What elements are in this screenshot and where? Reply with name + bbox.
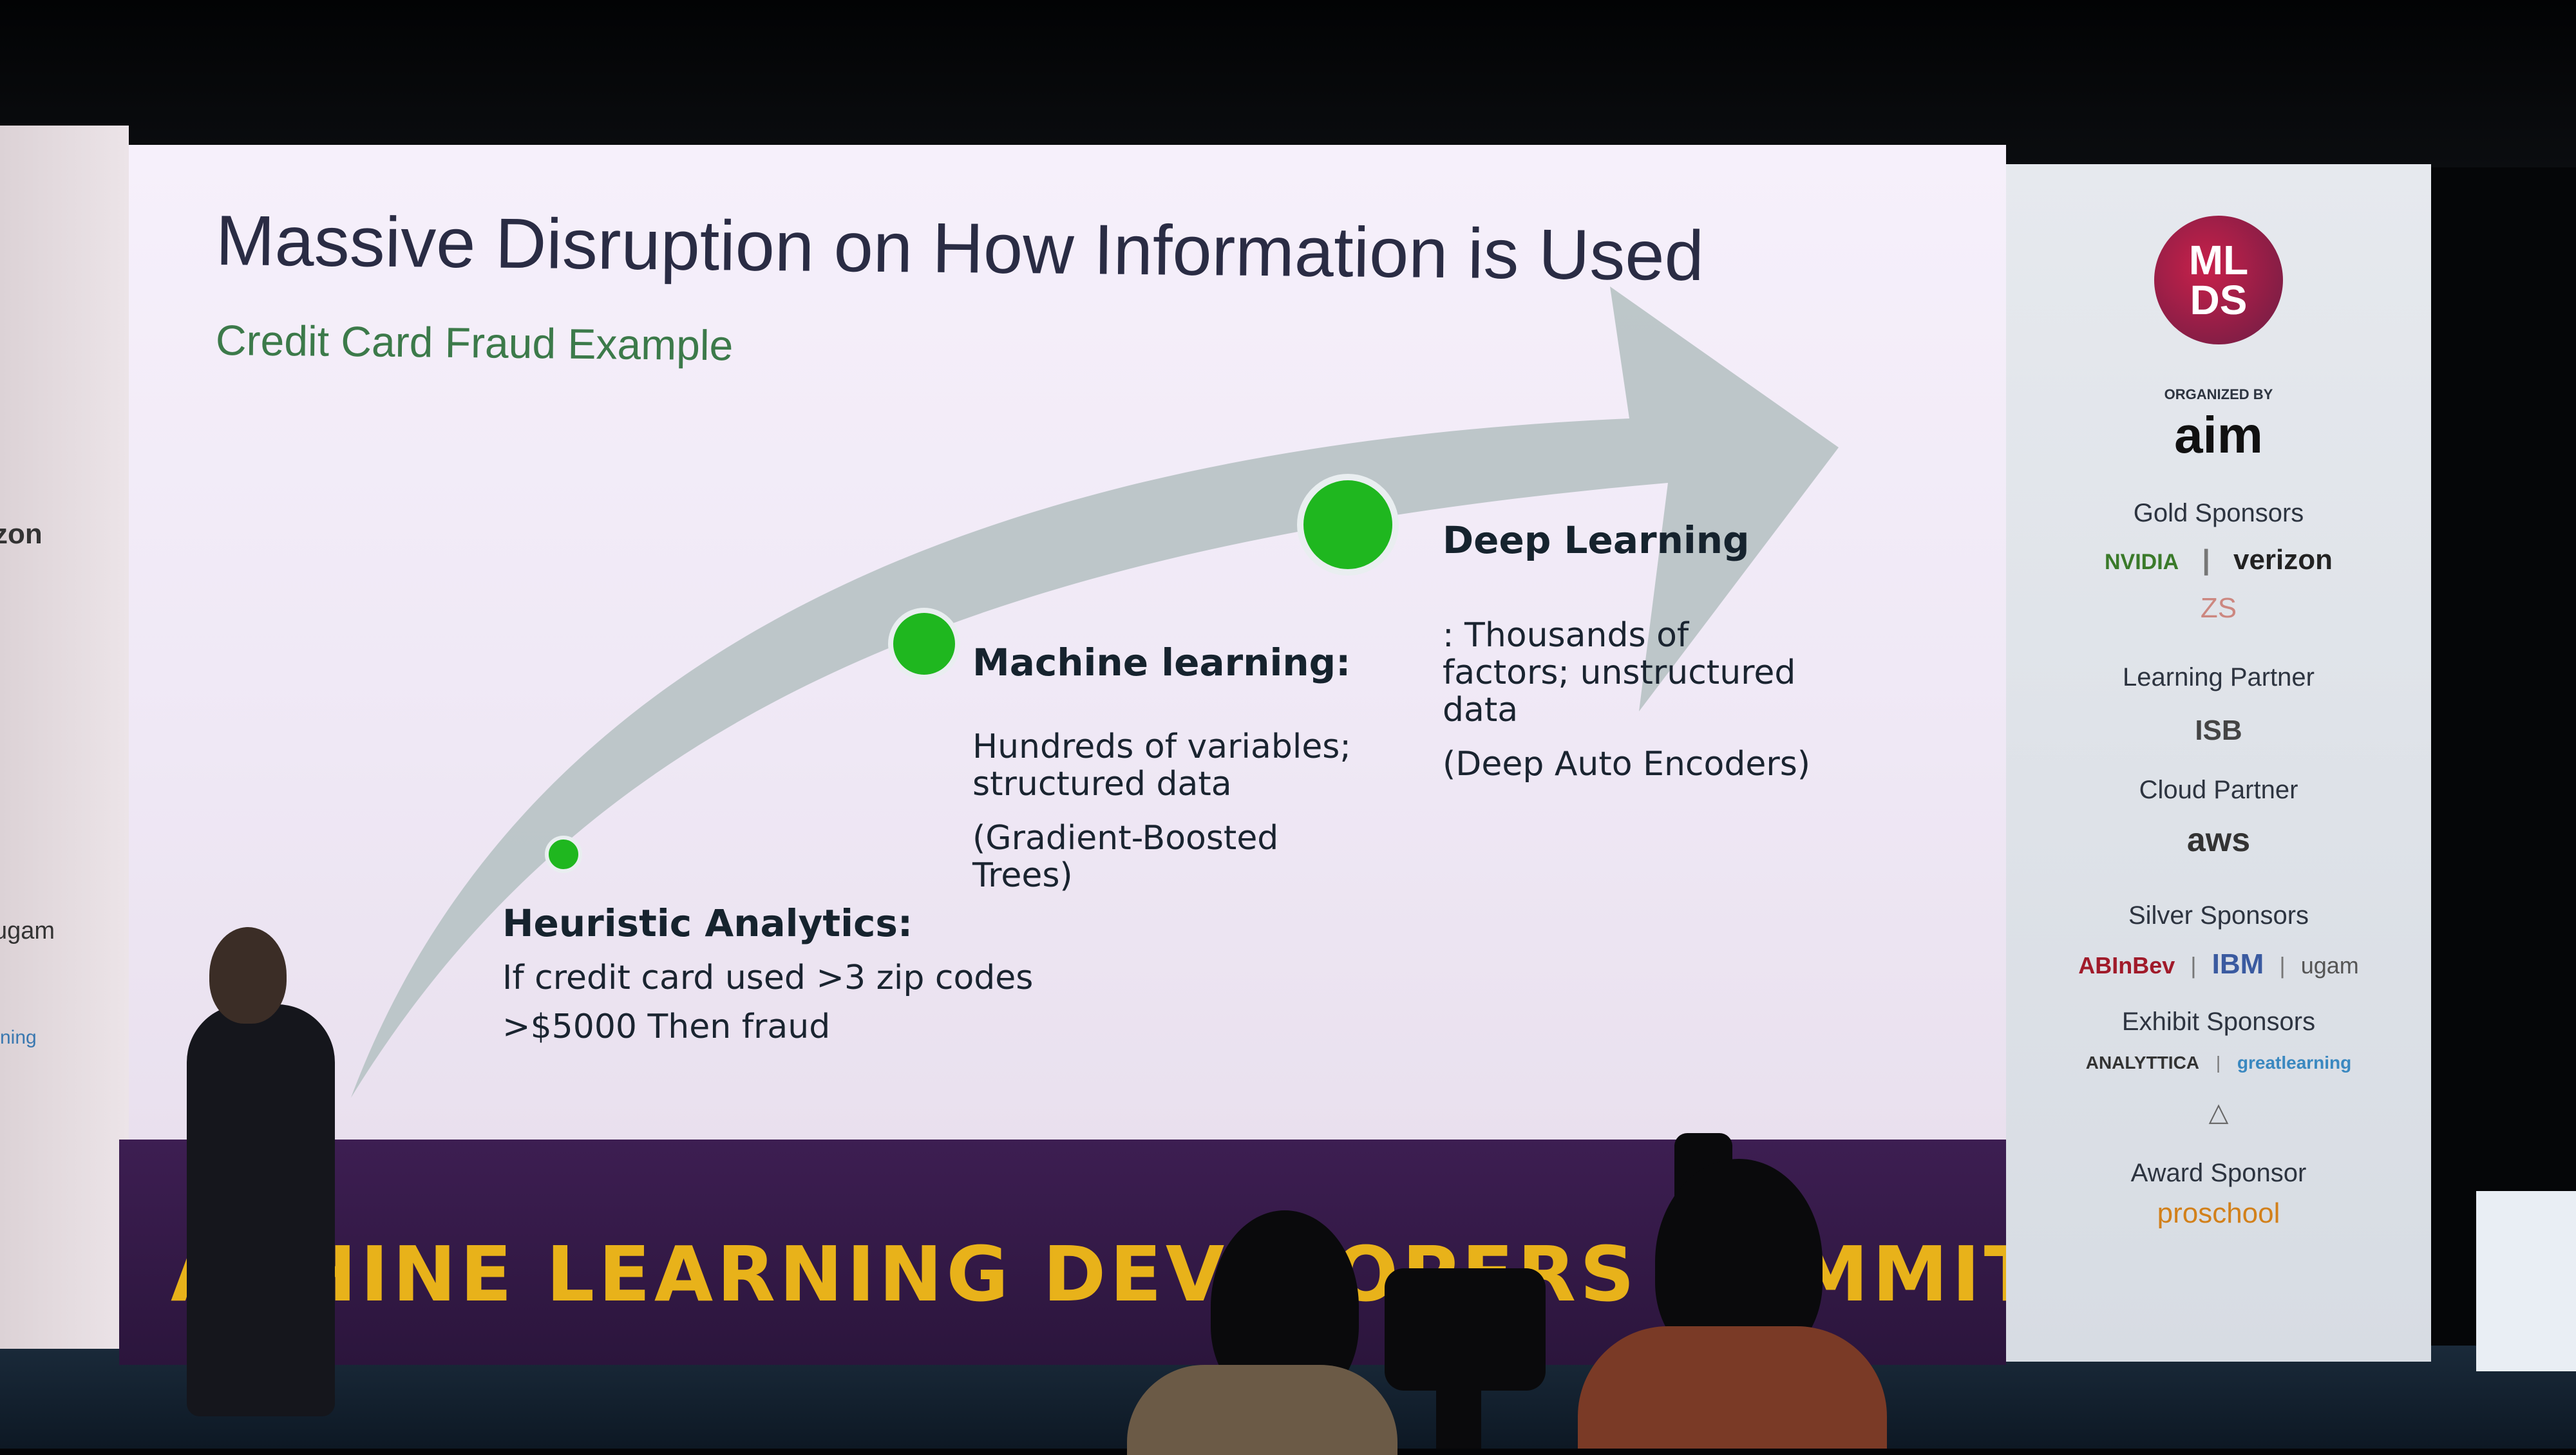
left-panel-text: zon [0,518,43,550]
stage-line: data [1443,691,1519,729]
sponsor-logo-row: ABInBev | IBM | ugam [2006,948,2431,981]
separator: | [2190,952,2197,979]
sponsor-logo: ABInBev [2078,952,2175,979]
sponsor-logo: NVIDIA [2104,550,2179,574]
triangle-icon: △ [2208,1098,2229,1127]
stage-line: Hundreds of variables; [972,727,1351,766]
sponsor-logo: proschool [2157,1197,2280,1229]
stage-letter-decoration [2476,1191,2576,1371]
sponsor-section-heading: Silver Sponsors [2128,901,2309,930]
stage-line: factors; unstructured [1443,653,1796,692]
stage-line: Trees) [972,856,1073,895]
stage-line: (Gradient-Boosted [972,819,1279,858]
sponsor-logo-row: ANALYTTICA | greatlearning [2006,1053,2431,1073]
stage-dot-deep-learning [1297,474,1399,576]
sponsor-logo: aws [2186,821,2251,859]
stage-machine-learning: Machine learning: Hundreds of variables;… [972,641,1351,894]
sponsor-logo: ZS [2200,592,2237,624]
organizer-logo: aim [2174,406,2263,464]
sponsor-section-heading: Cloud Partner [2139,776,2298,804]
stage-line: >$5000 Then fraud [502,1008,831,1046]
stage-deep-learning: Deep Learning : Thousands of factors; un… [1443,518,1810,783]
stage-line: structured data [972,765,1232,803]
sponsor-logo: verizon [2233,544,2333,576]
audience-shoulders [1578,1326,1887,1449]
stage-label: Deep Learning [1443,518,1750,562]
stage-label: Heuristic Analytics: [502,901,913,945]
sponsor-logo: ANALYTTICA [2085,1053,2200,1073]
logo-line: DS [2190,277,2248,323]
separator: | [2202,544,2210,576]
sponsor-logo: ugam [2300,952,2359,979]
camera-tripod [1436,1384,1481,1449]
speaker-silhouette [187,1004,335,1416]
speaker-head [209,927,287,1024]
left-sponsor-panel: zon ugam rning [0,126,129,1349]
stage-label: Machine learning: [972,641,1351,684]
stage-heuristic: Heuristic Analytics: If credit card used… [502,901,1033,1046]
left-panel-text: ugam [0,917,55,944]
presentation-slide: Massive Disruption on How Information is… [129,145,2006,1146]
sponsor-panel: ML DS ORGANIZED BY aim Gold Sponsors NVI… [2006,164,2431,1362]
separator: | [2279,952,2286,979]
sponsor-section-heading: Learning Partner [2123,663,2315,691]
stage-dot-heuristic [545,836,582,873]
organized-by-label: ORGANIZED BY [2164,386,2273,402]
sponsor-logo: ISB [2195,715,2242,746]
sponsor-section-heading: Award Sponsor [2130,1159,2307,1187]
separator: | [2215,1053,2221,1073]
slide-subtitle: Credit Card Fraud Example [215,316,734,370]
stage-line: : Thousands of [1443,616,1689,655]
mlds-logo: ML DS [2154,216,2283,344]
sponsor-logo-row: NVIDIA | verizon [2006,544,2431,576]
sponsor-section-heading: Exhibit Sponsors [2121,1008,2316,1036]
left-panel-text: rning [0,1027,37,1048]
sponsor-section-heading: Gold Sponsors [2133,499,2304,527]
audience-shoulders [1127,1365,1397,1455]
video-camera [1385,1268,1546,1391]
ceiling-background [0,0,2576,167]
sponsor-logo: greatlearning [2237,1053,2352,1073]
stage-dot-machine-learning [888,608,960,680]
stage-line: (Deep Auto Encoders) [1443,745,1811,784]
stage-line: If credit card used >3 zip codes [502,959,1034,997]
logo-line: ML [2188,237,2249,283]
sponsor-logo: IBM [2211,948,2264,980]
